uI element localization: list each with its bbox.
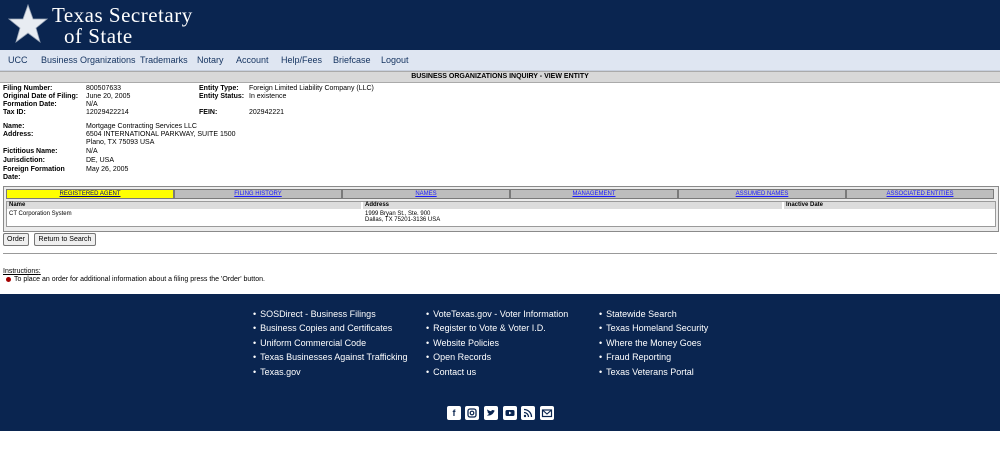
instructions-colon: : — [38, 268, 41, 275]
entity-status-value: In existence — [249, 93, 287, 100]
name-label: Name: — [3, 123, 25, 130]
footer-link[interactable]: • Register to Vote & Voter I.D. — [426, 323, 546, 333]
logo-title-line2[interactable]: of State — [64, 24, 133, 49]
footer-link[interactable]: • Website Policies — [426, 338, 499, 348]
nav-business-organizations[interactable]: Business Organizations — [41, 55, 136, 65]
email-icon[interactable] — [540, 406, 554, 420]
site-footer: • SOSDirect - Business Filings • Business … — [0, 294, 1000, 431]
tab-registered-agent[interactable]: REGISTERED AGENT — [6, 189, 174, 199]
rss-icon[interactable] — [521, 406, 535, 420]
entity-tabs-panel: REGISTERED AGENT FILING HISTORY NAMES MA… — [3, 186, 999, 232]
youtube-icon[interactable] — [503, 406, 517, 420]
nav-help-fees[interactable]: Help/Fees — [281, 55, 322, 65]
entity-status-label: Entity Status: — [199, 93, 245, 100]
footer-link[interactable]: • Texas Homeland Security — [599, 323, 708, 333]
nav-trademarks[interactable]: Trademarks — [140, 55, 188, 65]
footer-link[interactable]: • Texas Businesses Against Trafficking — [253, 352, 408, 362]
orig-date-value: June 20, 2005 — [86, 93, 131, 100]
site-header: Texas Secretary of State — [0, 0, 1000, 50]
footer-link[interactable]: • Texas Veterans Portal — [599, 367, 694, 377]
tab-names[interactable]: NAMES — [342, 189, 510, 199]
tab-filing-history[interactable]: FILING HISTORY — [174, 189, 342, 199]
registered-agent-table: Name Address Inactive Date CT Corporatio… — [6, 201, 996, 227]
divider — [3, 253, 997, 254]
fein-label: FEIN: — [199, 109, 218, 116]
facebook-icon[interactable]: f — [447, 406, 461, 420]
page-title: BUSINESS ORGANIZATIONS INQUIRY - VIEW EN… — [0, 71, 1000, 83]
jurisdiction-label: Jurisdiction: — [3, 157, 46, 164]
filing-number-label: Filing Number: — [3, 85, 53, 92]
instructions-line: To place an order for additional informa… — [6, 276, 265, 283]
footer-link[interactable]: • Open Records — [426, 352, 491, 362]
address-label: Address: — [3, 131, 34, 138]
nav-account[interactable]: Account — [236, 55, 269, 65]
instructions-text: To place an order for additional informa… — [14, 276, 265, 283]
order-button[interactable]: Order — [3, 233, 29, 246]
col-header-address: Address — [363, 202, 782, 209]
return-to-search-button[interactable]: Return to Search — [34, 233, 96, 246]
footer-link[interactable]: • SOSDirect - Business Filings — [253, 309, 376, 319]
nav-ucc[interactable]: UCC — [8, 55, 28, 65]
formation-date-value: N/A — [86, 101, 98, 108]
address-line2: Plano, TX 75093 USA — [86, 139, 155, 146]
footer-link[interactable]: • Contact us — [426, 367, 476, 377]
instructions-title: Instructions: — [3, 268, 41, 275]
orig-date-label: Original Date of Filing: — [3, 93, 79, 100]
tab-assumed-names[interactable]: ASSUMED NAMES — [678, 189, 846, 199]
col-header-inactive-date: Inactive Date — [784, 202, 995, 209]
nav-briefcase[interactable]: Briefcase — [333, 55, 371, 65]
tab-row: REGISTERED AGENT FILING HISTORY NAMES MA… — [6, 189, 994, 199]
fictitious-name-value: N/A — [86, 148, 98, 155]
agent-name: CT Corporation System — [9, 211, 72, 217]
filing-number-value: 800507633 — [86, 85, 122, 92]
entity-type-label: Entity Type: — [199, 85, 239, 92]
jurisdiction-value: DE, USA — [86, 157, 115, 164]
star-icon — [8, 4, 48, 44]
main-nav: UCC Business Organizations Trademarks No… — [0, 50, 1000, 71]
address-line1: 6504 INTERNATIONAL PARKWAY, SUITE 1500 — [86, 131, 236, 138]
entity-type-value: Foreign Limited Liability Company (LLC) — [249, 85, 374, 92]
agent-address-line2: Dallas, TX 75201-3136 USA — [365, 217, 441, 223]
foreign-formation-value: May 26, 2005 — [86, 166, 129, 173]
nav-notary[interactable]: Notary — [197, 55, 224, 65]
col-header-name: Name — [7, 202, 361, 209]
bullet-icon — [6, 276, 11, 282]
formation-date-label: Formation Date: — [3, 101, 57, 108]
footer-link[interactable]: • VoteTexas.gov - Voter Information — [426, 309, 568, 319]
tab-associated-entities[interactable]: ASSOCIATED ENTITIES — [846, 189, 994, 199]
footer-link[interactable]: • Statewide Search — [599, 309, 677, 319]
foreign-formation-label: Foreign Formation — [3, 166, 65, 173]
fictitious-name-label: Fictitious Name: — [3, 148, 58, 155]
footer-link[interactable]: • Where the Money Goes — [599, 338, 701, 348]
instagram-icon[interactable] — [465, 406, 479, 420]
fein-value: 202942221 — [249, 109, 285, 116]
footer-link[interactable]: • Business Copies and Certificates — [253, 323, 392, 333]
name-value: Mortgage Contracting Services LLC — [86, 123, 197, 130]
tax-id-value: 12029422214 — [86, 109, 129, 116]
foreign-formation-label-date: Date: — [3, 174, 21, 181]
footer-link[interactable]: • Uniform Commercial Code — [253, 338, 366, 348]
footer-link[interactable]: • Fraud Reporting — [599, 352, 671, 362]
footer-link[interactable]: • Texas.gov — [253, 367, 301, 377]
instructions-title-text: Instructions — [3, 268, 39, 275]
tax-id-label: Tax ID: — [3, 109, 26, 116]
twitter-icon[interactable] — [484, 406, 498, 420]
tab-management[interactable]: MANAGEMENT — [510, 189, 678, 199]
nav-logout[interactable]: Logout — [381, 55, 409, 65]
